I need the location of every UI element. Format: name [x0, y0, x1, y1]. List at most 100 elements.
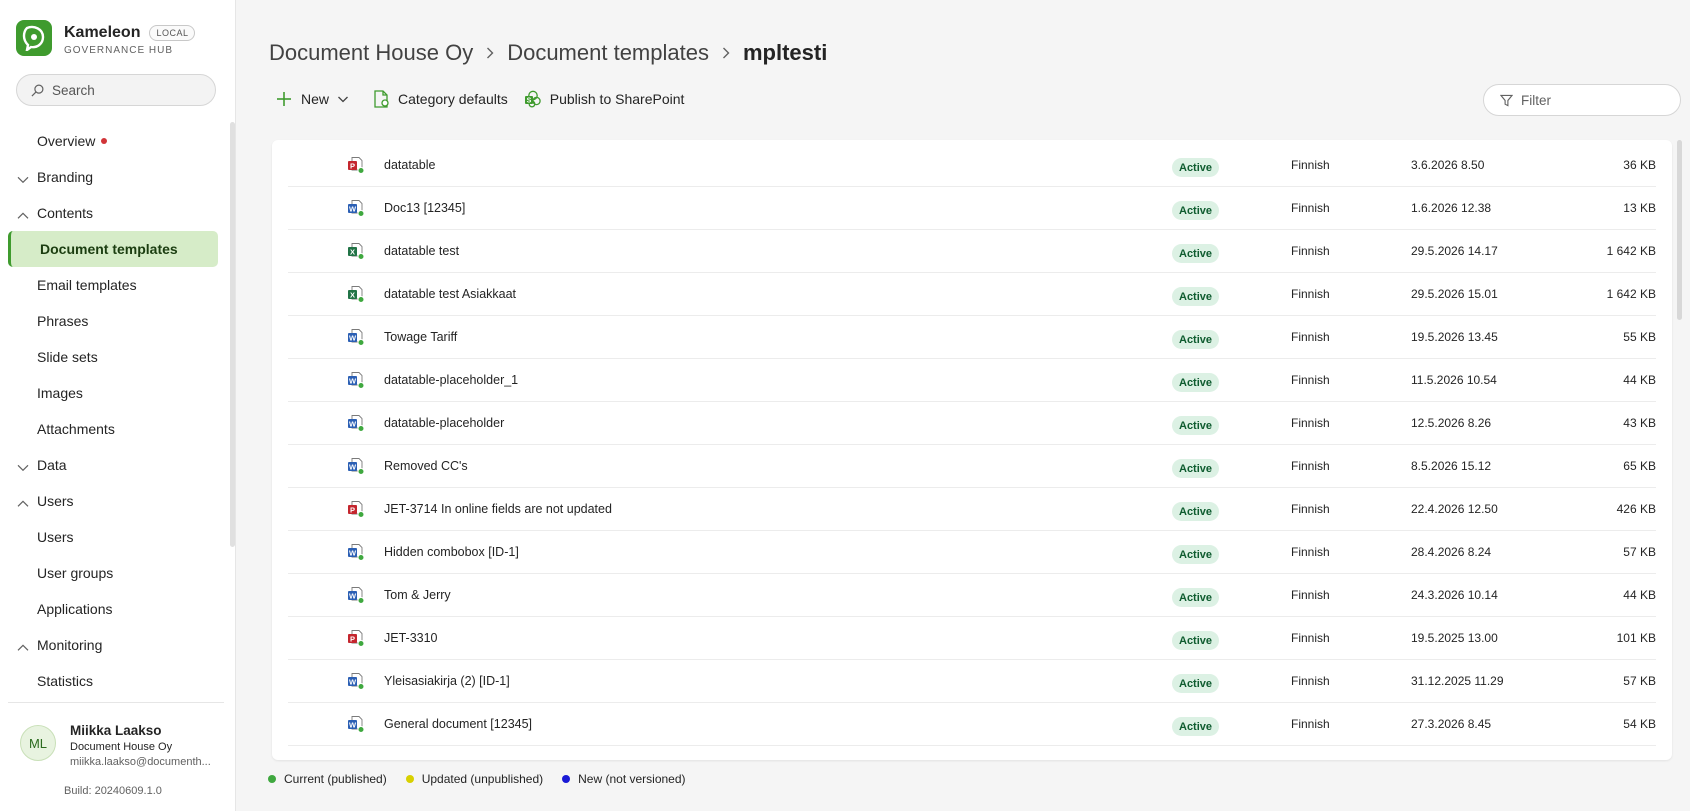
new-button-label: New [301, 91, 330, 107]
table-row[interactable]: P JET-3714 In online fields are not updat… [288, 488, 1656, 531]
chevron-down-icon[interactable] [16, 173, 30, 187]
modified-date: 11.5.2026 10.54 [1411, 373, 1497, 387]
user-panel[interactable]: ML Miikka Laakso Document House Oy miikk… [8, 702, 224, 768]
status-badge: Active [1172, 674, 1220, 693]
breadcrumb-organization[interactable]: Document House Oy [269, 40, 473, 66]
breadcrumb-section[interactable]: Document templates [507, 40, 709, 66]
table-row[interactable]: Xdatatable test Asiakkaat Active Finnish 29… [288, 273, 1656, 316]
document-name[interactable]: datatable [384, 158, 435, 172]
modified-date: 8.5.2026 15.12 [1411, 459, 1492, 473]
sidebar-item-contents[interactable]: Contents [0, 195, 226, 231]
sidebar-item-phrases[interactable]: Phrases [0, 303, 226, 339]
filter-box[interactable] [1483, 84, 1681, 116]
chevron-up-icon[interactable] [16, 497, 30, 511]
status-badge: Active [1172, 588, 1220, 607]
svg-text:X: X [350, 247, 355, 256]
sidebar-item-branding[interactable]: Branding [0, 159, 226, 195]
svg-text:W: W [349, 548, 357, 557]
table-row[interactable]: W Towage Tariff Active Finnish 19.5.2026 13.… [288, 316, 1656, 359]
sidebar-item-user-groups[interactable]: User groups [0, 555, 226, 591]
modified-date: 19.5.2026 13.45 [1411, 330, 1498, 344]
status-badge: Active [1172, 158, 1220, 177]
sidebar: Kameleon LOCAL GOVERNANCE HUB Overview Br… [0, 0, 236, 811]
document-name[interactable]: datatable-placeholder_1 [384, 373, 518, 387]
sidebar-item-users[interactable]: Users [0, 483, 226, 519]
status-badge: Active [1172, 545, 1220, 564]
document-name[interactable]: datatable test [384, 244, 459, 258]
sidebar-item-label: Statistics [37, 673, 94, 689]
sidebar-item-slide-sets[interactable]: Slide sets [0, 339, 226, 375]
table-row[interactable]: Wdatatable-placeholder_1 Active Finnish 11.… [288, 359, 1656, 402]
chevron-down-icon [338, 96, 348, 103]
document-name[interactable]: Doc13 [12345] [384, 201, 465, 215]
status-badge: Active [1172, 502, 1220, 521]
status-badge: Active [1172, 631, 1220, 650]
sidebar-item-images[interactable]: Images [0, 375, 226, 411]
notification-dot [101, 138, 108, 144]
chevron-up-icon[interactable] [16, 641, 30, 655]
file-size: 65 KB [1623, 459, 1656, 473]
table-row[interactable]: W Doc13 [12345] Active Finnish 1.6.2026 12.3… [288, 187, 1656, 230]
document-name[interactable]: Hidden combobox [ID-1] [384, 545, 519, 559]
sidebar-item-label: Users [37, 493, 74, 509]
word-file-icon: W [347, 715, 365, 733]
sidebar-item-attachments[interactable]: Attachments [0, 411, 226, 447]
document-language: Finnish [1291, 244, 1330, 258]
modified-date: 27.3.2026 8.45 [1411, 717, 1492, 731]
chevron-up-icon[interactable] [16, 209, 30, 223]
search-input[interactable] [52, 82, 202, 98]
word-file-icon: W [347, 414, 365, 432]
file-size: 57 KB [1623, 545, 1656, 559]
category-defaults-button[interactable]: Category defaults [373, 86, 508, 112]
svg-text:W: W [349, 591, 357, 600]
table-row[interactable]: P JET-3310 Active Finnish 19.5.2025 13.00 101… [288, 617, 1656, 660]
legend-item: New (not versioned) [562, 772, 686, 786]
sidebar-item-users[interactable]: Users [0, 519, 226, 555]
table-row[interactable]: Xdatatable test Active Finnish 29.5.2026 14… [288, 230, 1656, 273]
filter-input[interactable] [1521, 92, 1671, 108]
document-name[interactable]: JET-3714 In online fields are not update… [384, 502, 612, 516]
chevron-right-icon [487, 47, 494, 59]
document-name[interactable]: Towage Tariff [384, 330, 457, 344]
document-name[interactable]: Tom & Jerry [384, 588, 451, 602]
table-row[interactable]: W Removed CC's Active Finnish 8.5.2026 15.12… [288, 445, 1656, 488]
legend-dot [405, 775, 414, 783]
modified-date: 24.3.2026 10.14 [1411, 588, 1498, 602]
new-button[interactable]: New [275, 86, 357, 112]
sidebar-item-document-templates[interactable]: Document templates [8, 231, 218, 267]
file-size: 43 KB [1623, 416, 1656, 430]
list-scrollbar[interactable] [1677, 140, 1682, 320]
table-row[interactable]: Wdatatable-placeholder Active Finnish 12.5.… [288, 402, 1656, 445]
publish-to-sharepoint-button[interactable]: S Publish to SharePoint [524, 86, 684, 112]
table-row[interactable]: W Tom & Jerry Active Finnish 24.3.2026 10.14… [288, 574, 1656, 617]
sidebar-item-email-templates[interactable]: Email templates [0, 267, 226, 303]
document-name[interactable]: datatable-placeholder [384, 416, 504, 430]
table-row[interactable]: Pdatatable Active Finnish 3.6.2026 8.50 36 K… [288, 144, 1656, 187]
document-name[interactable]: JET-3310 [384, 631, 438, 645]
sidebar-item-data[interactable]: Data [0, 447, 226, 483]
search-box[interactable] [16, 74, 216, 106]
sidebar-item-monitoring[interactable]: Monitoring [0, 627, 226, 663]
table-row[interactable]: W Yleisasiakirja (2) [ID-1] Active Finnish 3… [288, 660, 1656, 703]
document-language: Finnish [1291, 717, 1330, 731]
document-language: Finnish [1291, 545, 1330, 559]
legend-dot [562, 775, 571, 783]
sidebar-item-label: Overview [37, 133, 96, 149]
document-name[interactable]: datatable test Asiakkaat [384, 287, 516, 301]
word-file-icon: W [347, 199, 365, 217]
table-row[interactable]: W General document [12345] Active Finnish 27… [288, 703, 1656, 746]
avatar[interactable]: ML [20, 725, 56, 761]
svg-text:W: W [349, 419, 357, 428]
document-name[interactable]: Removed CC's [384, 459, 468, 473]
document-name[interactable]: Yleisasiakirja (2) [ID-1] [384, 674, 510, 688]
sidebar-item-statistics[interactable]: Statistics [0, 663, 226, 699]
chevron-down-icon[interactable] [16, 461, 30, 475]
sidebar-item-overview[interactable]: Overview [0, 123, 226, 159]
sidebar-scrollbar[interactable] [230, 122, 235, 547]
sidebar-nav: Overview Branding Contents Document templat… [0, 123, 226, 699]
document-name[interactable]: General document [12345] [384, 717, 532, 731]
sidebar-item-applications[interactable]: Applications [0, 591, 226, 627]
modified-date: 31.12.2025 11.29 [1411, 674, 1504, 688]
svg-text:X: X [350, 290, 355, 299]
table-row[interactable]: W Hidden combobox [ID-1] Active Finnish 28.4… [288, 531, 1656, 574]
